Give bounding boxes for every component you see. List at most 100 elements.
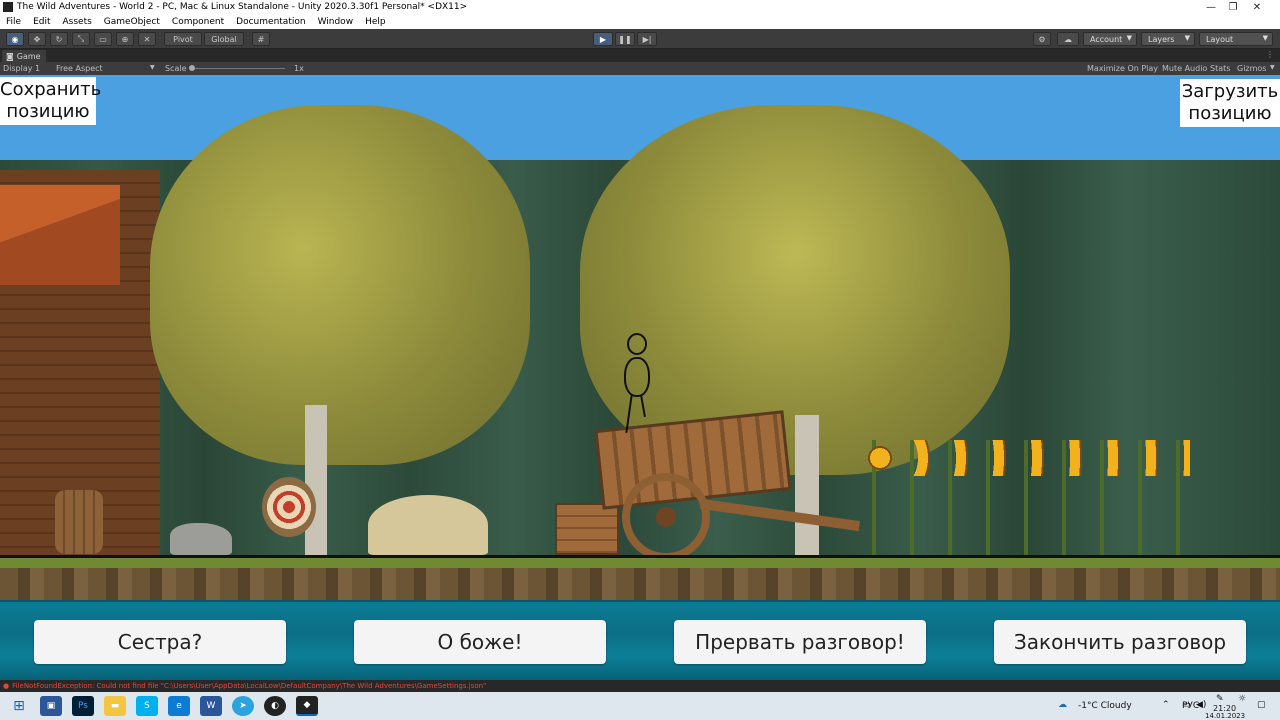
menu-documentation[interactable]: Documentation bbox=[230, 17, 311, 27]
taskbar-app-word[interactable]: W bbox=[200, 696, 222, 716]
layout-label: Layout bbox=[1206, 34, 1234, 44]
scale-label: Scale bbox=[165, 64, 187, 73]
taskbar-app-photoshop[interactable]: Ps bbox=[72, 696, 94, 716]
mute-audio-toggle[interactable]: Mute Audio bbox=[1162, 64, 1207, 73]
target-sprite bbox=[262, 477, 316, 537]
transform-tool-button[interactable]: ⊕ bbox=[116, 32, 134, 46]
scale-slider-handle[interactable] bbox=[189, 65, 195, 71]
load-position-button[interactable]: Загрузить позицию bbox=[1180, 79, 1280, 127]
dirt-layer bbox=[0, 568, 1280, 604]
taskbar-app-save[interactable]: ▣ bbox=[40, 696, 62, 716]
move-icon: ✥ bbox=[33, 34, 41, 44]
github-icon: ◐ bbox=[271, 701, 279, 711]
scale-tool-button[interactable]: ⤡ bbox=[72, 32, 90, 46]
play-button[interactable]: ▶ bbox=[593, 32, 613, 46]
gizmos-toggle[interactable]: Gizmos bbox=[1237, 64, 1266, 73]
language-indicator[interactable]: РУС bbox=[1182, 701, 1199, 711]
menu-help[interactable]: Help bbox=[359, 17, 392, 27]
pause-icon: ❚❚ bbox=[618, 34, 632, 44]
taskbar-app-telegram[interactable]: ➤ bbox=[232, 696, 254, 716]
layers-label: Layers bbox=[1148, 34, 1175, 44]
choice-button-oh-god[interactable]: О боже! bbox=[354, 620, 606, 664]
scale-icon: ⤡ bbox=[77, 34, 85, 43]
sun-icon[interactable]: ☼ bbox=[1238, 694, 1246, 704]
tree-right-trunk bbox=[795, 415, 819, 555]
cloud-button[interactable]: ☁ bbox=[1057, 32, 1079, 46]
collab-button[interactable]: ⚙ bbox=[1033, 32, 1051, 46]
taskbar-app-skype[interactable]: S bbox=[136, 696, 158, 716]
gear-icon: ⚙ bbox=[1038, 34, 1046, 44]
haystack-sprite bbox=[368, 495, 488, 555]
pivot-label: Pivot bbox=[173, 34, 193, 44]
taskbar-app-explorer[interactable]: ▬ bbox=[104, 696, 126, 716]
global-label: Global bbox=[211, 34, 237, 44]
account-dropdown[interactable]: Account ▼ bbox=[1083, 32, 1137, 46]
menu-bar: File Edit Assets GameObject Component Do… bbox=[0, 14, 1280, 29]
console-status-bar[interactable]: ● FileNotFoundException: Could not find … bbox=[0, 680, 1280, 692]
clock-date[interactable]: 14.01.2023 bbox=[1205, 712, 1245, 720]
choice-button-sister[interactable]: Сестра? bbox=[34, 620, 286, 664]
unity-icon: ◆ bbox=[303, 700, 311, 710]
menu-window[interactable]: Window bbox=[312, 17, 360, 27]
photoshop-icon: Ps bbox=[78, 701, 88, 711]
taskbar-app-edge[interactable]: e bbox=[168, 696, 190, 716]
pivot-toggle[interactable]: Pivot bbox=[164, 32, 202, 46]
layout-dropdown[interactable]: Layout ▼ bbox=[1199, 32, 1273, 46]
windows-start-button[interactable]: ⊞ bbox=[8, 696, 30, 716]
pen-icon[interactable]: ✎ bbox=[1216, 694, 1224, 704]
stats-toggle[interactable]: Stats bbox=[1210, 64, 1230, 73]
menu-component[interactable]: Component bbox=[166, 17, 230, 27]
layers-dropdown[interactable]: Layers ▼ bbox=[1141, 32, 1195, 46]
notification-icon[interactable]: ▢ bbox=[1257, 700, 1266, 710]
transform-icon: ⊕ bbox=[121, 34, 129, 44]
skype-icon: S bbox=[144, 701, 150, 711]
global-toggle[interactable]: Global bbox=[204, 32, 244, 46]
chevron-down-icon: ▼ bbox=[1262, 34, 1268, 42]
taskbar-app-unity[interactable]: ◆ bbox=[296, 696, 318, 716]
telegram-icon: ➤ bbox=[239, 701, 247, 711]
move-tool-button[interactable]: ✥ bbox=[28, 32, 46, 46]
rock-sprite bbox=[170, 523, 232, 555]
close-icon: ✕ bbox=[1252, 1, 1262, 13]
menu-file[interactable]: File bbox=[0, 17, 27, 27]
tab-menu-icon[interactable]: ⋮ bbox=[1266, 50, 1274, 59]
menu-edit[interactable]: Edit bbox=[27, 17, 56, 27]
word-icon: W bbox=[206, 701, 216, 711]
taskbar-app-github[interactable]: ◐ bbox=[264, 696, 286, 716]
display-dropdown[interactable]: Display 1 bbox=[3, 64, 40, 73]
game-viewport[interactable]: Сохранить позицию Загрузить позицию bbox=[0, 75, 1280, 680]
tab-game[interactable]: ◙ Game bbox=[2, 50, 46, 62]
aspect-dropdown[interactable]: Free Aspect bbox=[56, 64, 103, 73]
rotate-tool-button[interactable]: ↻ bbox=[50, 32, 68, 46]
cart-wheel bbox=[622, 473, 710, 561]
step-button[interactable]: ▶| bbox=[637, 32, 657, 46]
choice-button-finish[interactable]: Закончить разговор bbox=[994, 620, 1246, 664]
account-label: Account bbox=[1090, 34, 1123, 44]
scale-slider-track[interactable] bbox=[190, 68, 285, 69]
grass-layer bbox=[0, 558, 1280, 568]
rect-tool-button[interactable]: ▭ bbox=[94, 32, 112, 46]
grid-snap-button[interactable]: # bbox=[252, 32, 270, 46]
folder-icon: ▬ bbox=[110, 701, 120, 711]
save-icon: ▣ bbox=[46, 701, 56, 711]
custom-tool-button[interactable]: ✕ bbox=[138, 32, 156, 46]
cloud-icon: ☁ bbox=[1064, 34, 1072, 44]
window-titlebar: The Wild Adventures - World 2 - PC, Mac … bbox=[0, 0, 1280, 14]
menu-gameobject[interactable]: GameObject bbox=[98, 17, 166, 27]
weather-text[interactable]: -1°C Cloudy bbox=[1078, 701, 1132, 711]
house-roof bbox=[0, 185, 120, 285]
save-position-button[interactable]: Сохранить позицию bbox=[0, 77, 101, 125]
maximize-on-play-toggle[interactable]: Maximize On Play bbox=[1087, 64, 1158, 73]
chevron-up-icon[interactable]: ⌃ bbox=[1162, 700, 1170, 710]
view-tool-button[interactable]: ◉ bbox=[6, 32, 24, 46]
choice-button-interrupt[interactable]: Прервать разговор! bbox=[674, 620, 926, 664]
eye-icon: ◉ bbox=[11, 34, 19, 44]
pause-button[interactable]: ❚❚ bbox=[615, 32, 635, 46]
rect-icon: ▭ bbox=[99, 34, 107, 44]
player-head bbox=[627, 333, 647, 355]
error-icon: ● bbox=[3, 682, 10, 690]
weather-icon: ☁ bbox=[1058, 700, 1067, 710]
close-button[interactable]: ✕ bbox=[1234, 0, 1280, 14]
chevron-down-icon: ▼ bbox=[1184, 34, 1190, 42]
menu-assets[interactable]: Assets bbox=[57, 17, 98, 27]
